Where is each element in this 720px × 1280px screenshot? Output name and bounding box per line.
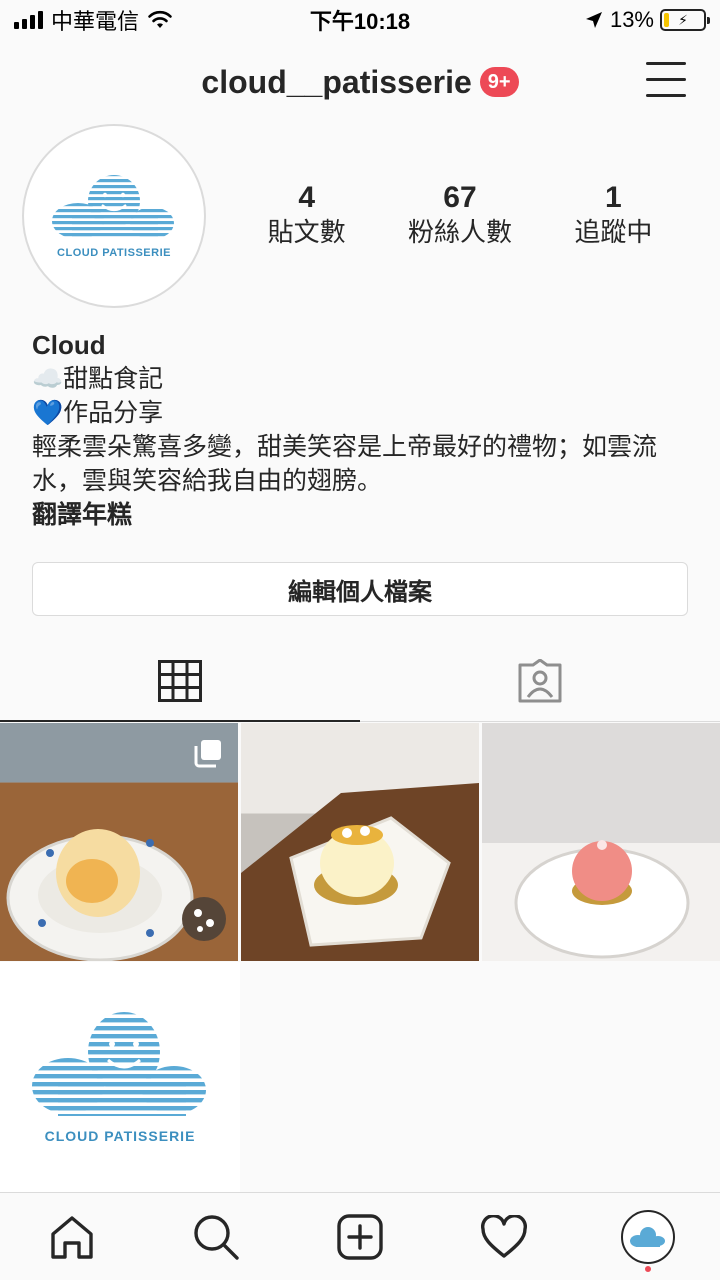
home-icon (51, 1215, 93, 1259)
notification-badge[interactable]: 9+ (479, 67, 519, 97)
post-thumbnail-1[interactable] (0, 723, 238, 961)
stat-posts-label: 貼文數 (267, 217, 346, 247)
avatar-brand-text: CLOUD PATISSERIE (57, 247, 171, 259)
nav-home[interactable] (0, 1193, 144, 1280)
nav-activity[interactable] (432, 1193, 576, 1280)
nav-new-post[interactable] (288, 1193, 432, 1280)
nav-profile[interactable] (576, 1193, 720, 1280)
stat-following-label: 追蹤中 (574, 217, 653, 247)
status-right: 13% ⚡ (584, 7, 710, 33)
status-bar: 中華電信 下午10:18 13% ⚡ (0, 0, 720, 40)
edit-profile-button[interactable]: 編輯個人檔案 (32, 562, 688, 616)
stat-followers[interactable]: 67 粉絲人數 (383, 180, 536, 248)
activity-dot (645, 1266, 651, 1272)
stat-posts[interactable]: 4 貼文數 (230, 180, 383, 248)
grid-icon (158, 659, 202, 702)
avatar-logo: CLOUD PATISSERIE (30, 132, 198, 300)
logo-post-tile[interactable]: CLOUD PATISSERIE (0, 962, 240, 1192)
stat-following[interactable]: 1 追蹤中 (537, 180, 690, 248)
activity-heart-icon (481, 1214, 527, 1258)
bottom-navigation (0, 1192, 720, 1280)
stat-following-count: 1 (604, 181, 622, 214)
bio-line-desserts: ☁️甜點食記 (32, 365, 164, 393)
profile-bio: Cloud ☁️甜點食記 💙作品分享 輕柔雲朵驚喜多變，甜美笑容是上帝最好的禮物… (32, 328, 702, 532)
stat-followers-label: 粉絲人數 (407, 217, 512, 247)
location-arrow-icon (585, 12, 602, 28)
search-icon (194, 1214, 239, 1260)
carrier-name: 中華電信 (51, 9, 140, 34)
stat-posts-count: 4 (298, 181, 315, 214)
bio-line-works: 💙作品分享 (32, 399, 164, 427)
post-3-photo (482, 723, 720, 961)
posts-grid (0, 723, 720, 961)
tab-posts-grid[interactable] (0, 640, 360, 722)
post-thumbnail-2[interactable] (241, 723, 479, 961)
profile-header: cloud__patisserie 9+ (0, 52, 720, 112)
post-2-photo (241, 723, 479, 961)
stat-followers-count: 67 (443, 181, 477, 214)
profile-stats: 4 貼文數 67 粉絲人數 1 追蹤中 (230, 180, 690, 248)
post-thumbnail-3[interactable] (482, 723, 720, 961)
profile-avatar[interactable]: CLOUD PATISSERIE (22, 124, 206, 308)
tagged-person-icon (518, 658, 562, 702)
mini-cloud-logo-icon (630, 1226, 665, 1247)
signal-icon (14, 11, 43, 29)
cloud-logo-icon (52, 175, 174, 239)
profile-tabs (0, 640, 720, 722)
nav-search[interactable] (144, 1193, 288, 1280)
wifi-icon (148, 10, 172, 28)
hamburger-menu-icon[interactable] (646, 62, 686, 98)
charging-bolt-icon: ⚡ (678, 12, 688, 28)
profile-avatar-icon (621, 1209, 675, 1264)
translate-link[interactable]: 翻譯年糕 (32, 498, 702, 532)
logo-tile-brand-text: CLOUD PATISSERIE (44, 1128, 196, 1144)
multiple-photos-icon (194, 740, 221, 768)
bio-name: Cloud (32, 330, 106, 360)
bio-description: 輕柔雲朵驚喜多變，甜美笑容是上帝最好的禮物；如雲流水，雲與笑容給我自由的翅膀。 (32, 433, 658, 495)
header-username[interactable]: cloud__patisserie (201, 64, 471, 101)
new-post-icon (337, 1213, 383, 1260)
battery-charging-icon: ⚡ (660, 9, 710, 31)
cloud-logo-icon (32, 1012, 206, 1116)
status-left: 中華電信 (14, 4, 173, 36)
tab-tagged[interactable] (360, 640, 720, 721)
battery-percent: 13% (609, 7, 654, 32)
